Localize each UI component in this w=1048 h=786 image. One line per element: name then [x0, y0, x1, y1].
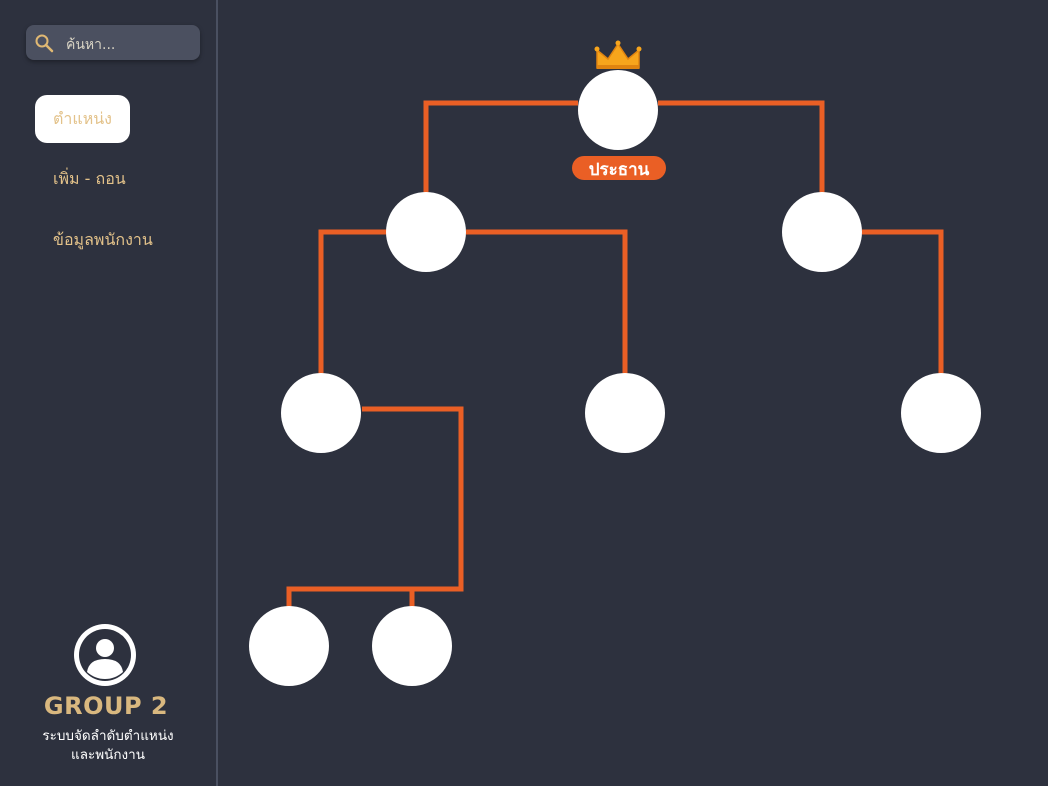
- org-chart: ประธาน: [249, 40, 981, 686]
- org-node-level3-a[interactable]: [249, 606, 329, 686]
- org-node-level2-a[interactable]: [281, 373, 361, 453]
- org-node-level3-b[interactable]: [372, 606, 452, 686]
- connector-root-left: [423, 100, 578, 193]
- org-node-level1-right[interactable]: [782, 192, 862, 272]
- connector-l1-right: [862, 229, 944, 375]
- root-label: ประธาน: [589, 160, 650, 180]
- org-node-level2-c[interactable]: [901, 373, 981, 453]
- org-node-level1-left[interactable]: [386, 192, 466, 272]
- connector-root-right: [658, 100, 825, 193]
- connector-l1-left-b: [466, 229, 628, 375]
- root-label-badge: ประธาน: [572, 156, 666, 180]
- org-node-root[interactable]: [578, 70, 658, 150]
- connector-l1-left-a: [318, 229, 388, 375]
- crown-icon: [594, 40, 642, 69]
- org-node-level2-b[interactable]: [585, 373, 665, 453]
